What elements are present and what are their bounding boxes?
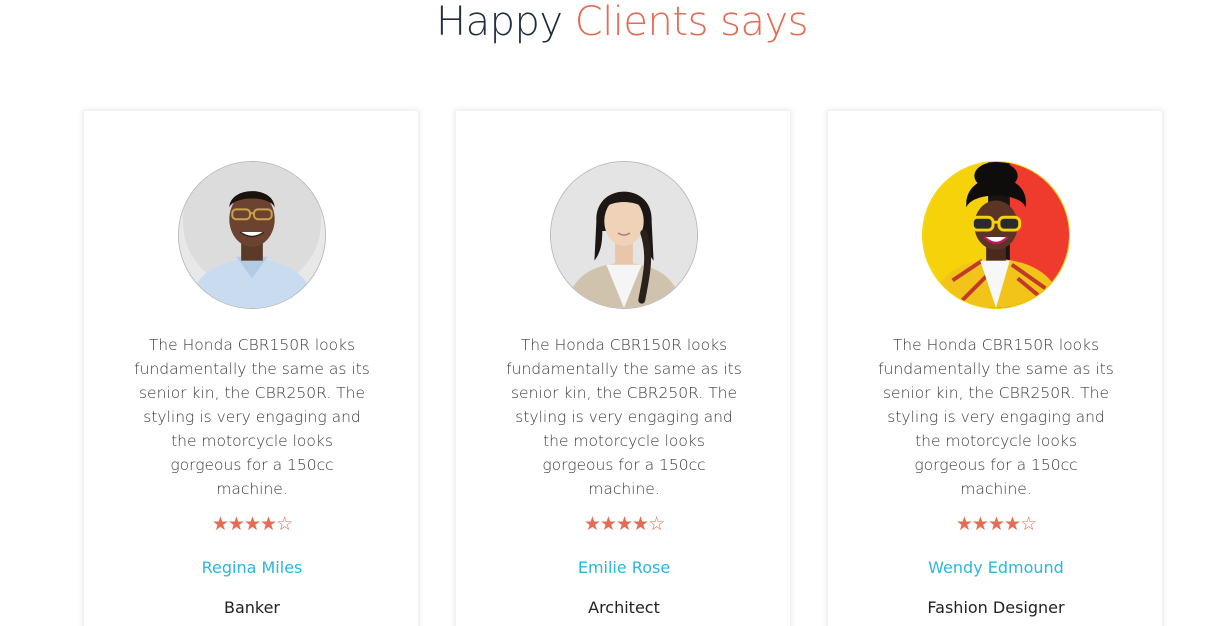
woman-with-braid-photo-icon — [551, 162, 697, 308]
star-empty-icon: ☆ — [276, 513, 293, 535]
client-role: Fashion Designer — [927, 598, 1065, 617]
star-filled-icon: ★ — [971, 513, 989, 535]
star-filled-icon: ★ — [1004, 513, 1021, 535]
client-avatar — [178, 161, 326, 309]
star-filled-icon: ★ — [583, 513, 601, 535]
section-title-plain: Happy — [436, 0, 563, 45]
star-filled-icon: ★ — [260, 513, 277, 535]
section-title: Happy Clients says — [0, 0, 1229, 50]
star-filled-icon: ★ — [599, 513, 617, 535]
client-role: Banker — [223, 598, 281, 617]
star-filled-icon: ★ — [615, 513, 633, 535]
testimonials-section: Happy Clients says The Honda CBR150R loo… — [0, 0, 1229, 626]
star-filled-icon: ★ — [243, 513, 261, 535]
star-rating: ★★★★☆ — [84, 513, 420, 535]
star-filled-icon: ★ — [211, 513, 229, 535]
star-filled-icon: ★ — [227, 513, 245, 535]
client-name: Emilie Rose — [577, 558, 671, 577]
client-avatar — [922, 161, 1070, 309]
section-title-accent: Clients says — [574, 0, 809, 45]
star-empty-icon: ☆ — [1020, 513, 1037, 535]
client-avatar — [550, 161, 698, 309]
client-name: Wendy Edmound — [928, 558, 1064, 577]
star-rating: ★★★★☆ — [456, 513, 792, 535]
testimonial-quote: The Honda CBR150R looks fundamentally th… — [506, 336, 742, 498]
star-filled-icon: ★ — [987, 513, 1005, 535]
woman-with-yellow-sunglasses-photo-icon — [923, 162, 1069, 308]
star-filled-icon: ★ — [632, 513, 649, 535]
client-name: Regina Miles — [201, 558, 303, 577]
star-rating: ★★★★☆ — [828, 513, 1164, 535]
testimonial-card: The Honda CBR150R looks fundamentally th… — [827, 110, 1163, 626]
man-with-glasses-photo-icon — [179, 162, 325, 308]
testimonial-quote: The Honda CBR150R looks fundamentally th… — [878, 336, 1114, 498]
testimonial-card: The Honda CBR150R looks fundamentally th… — [455, 110, 791, 626]
testimonial-quote: The Honda CBR150R looks fundamentally th… — [134, 336, 370, 498]
client-role: Architect — [588, 598, 660, 617]
star-filled-icon: ★ — [955, 513, 973, 535]
star-empty-icon: ☆ — [648, 513, 665, 535]
testimonial-card: The Honda CBR150R looks fundamentally th… — [83, 110, 419, 626]
